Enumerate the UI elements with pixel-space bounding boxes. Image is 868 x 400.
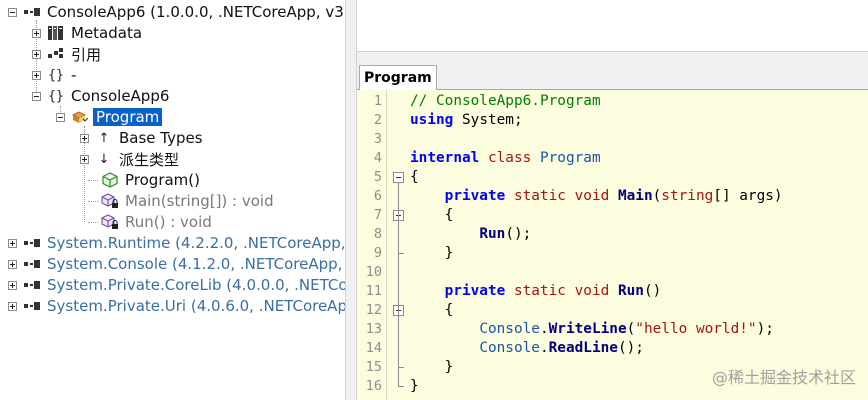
tree-item-label: System.Private.Uri (4.0.6.0, .NETCoreApp bbox=[47, 297, 345, 315]
tree-item-label: Metadata bbox=[71, 24, 143, 42]
tree-item-base-types[interactable]: ↑ Base Types bbox=[80, 128, 203, 148]
code-line: { bbox=[444, 302, 454, 318]
watermark: @稀土掘金技术社区 bbox=[711, 368, 856, 387]
line-number: 12 bbox=[365, 302, 382, 318]
tree-item-constructor[interactable]: Program() bbox=[95, 170, 200, 190]
tab-program[interactable]: Program bbox=[359, 65, 437, 90]
line-number: 8 bbox=[373, 226, 382, 242]
code-line: Console.WriteLine("hello world!"); bbox=[479, 321, 774, 337]
expand-toggle[interactable] bbox=[80, 133, 89, 143]
code-line: private static void Run() bbox=[444, 283, 662, 299]
base-types-icon: ↑ bbox=[98, 130, 110, 146]
line-number: 7 bbox=[373, 207, 382, 223]
line-number: 6 bbox=[373, 188, 382, 204]
code-line: private static void Main(string[] args) bbox=[444, 188, 783, 204]
line-number: 3 bbox=[373, 131, 382, 147]
line-number: 5 bbox=[373, 169, 382, 185]
method-icon bbox=[101, 172, 119, 188]
expand-toggle[interactable] bbox=[32, 28, 41, 38]
tree-item-assembly[interactable]: System.Runtime (4.2.2.0, .NETCoreApp, bbox=[8, 233, 345, 253]
code-line: { bbox=[410, 169, 419, 185]
code-line: } bbox=[444, 245, 454, 261]
namespace-icon: {} bbox=[48, 67, 64, 83]
tree-item-references[interactable]: 引用 bbox=[32, 44, 101, 64]
top-right-pane bbox=[357, 0, 868, 52]
tree-item-derived-types[interactable]: ↓ 派生类型 bbox=[80, 149, 179, 169]
assembly-icon bbox=[23, 235, 41, 251]
pane-splitter[interactable] bbox=[345, 0, 357, 400]
tree-item-label: Program bbox=[93, 108, 163, 126]
assembly-icon bbox=[23, 256, 41, 272]
tree-item-label: Run() : void bbox=[125, 213, 212, 231]
collapse-toggle[interactable] bbox=[56, 112, 65, 122]
assembly-icon bbox=[23, 4, 41, 20]
collapse-toggle[interactable] bbox=[32, 91, 41, 101]
tree-item-label: ConsoleApp6 bbox=[71, 87, 170, 105]
tree-item-label: Program() bbox=[125, 171, 200, 189]
expand-toggle[interactable] bbox=[32, 70, 41, 80]
collapse-toggle[interactable] bbox=[8, 7, 17, 17]
code-line: } bbox=[444, 359, 454, 375]
tree-item-metadata[interactable]: Metadata bbox=[32, 23, 142, 43]
tree-item-assembly[interactable]: System.Console (4.1.2.0, .NETCoreApp, bbox=[8, 254, 342, 274]
line-number: 9 bbox=[373, 245, 382, 261]
code-line: using System; bbox=[410, 112, 523, 128]
tree-item-label: Base Types bbox=[119, 129, 203, 147]
tree-item-label: System.Console (4.1.2.0, .NETCoreApp, bbox=[47, 255, 343, 273]
references-icon bbox=[47, 46, 65, 62]
line-number: 1 bbox=[373, 93, 382, 109]
tree-item-label: 派生类型 bbox=[119, 150, 180, 169]
tree-item-class-program[interactable]: Program bbox=[56, 107, 163, 127]
tree-item-label: ConsoleApp6 (1.0.0.0, .NETCoreApp, v3 bbox=[47, 3, 344, 21]
metadata-icon bbox=[47, 25, 65, 41]
line-number: 11 bbox=[365, 283, 382, 299]
tree-item-method-main[interactable]: Main(string[]) : void bbox=[95, 191, 274, 211]
code-line: internal class Program bbox=[410, 150, 601, 166]
expand-toggle[interactable] bbox=[8, 259, 17, 269]
fold-toggle[interactable] bbox=[393, 172, 404, 183]
private-method-icon bbox=[101, 214, 119, 230]
tree-item-empty-namespace[interactable]: {} - bbox=[32, 65, 76, 85]
line-number: 14 bbox=[365, 340, 382, 356]
code-line: Console.ReadLine(); bbox=[479, 340, 644, 356]
line-number: 2 bbox=[373, 112, 382, 128]
tree-item-namespace[interactable]: {} ConsoleApp6 bbox=[32, 86, 169, 106]
line-number: 4 bbox=[373, 150, 382, 166]
derived-types-icon: ↓ bbox=[98, 151, 110, 167]
expand-toggle[interactable] bbox=[80, 154, 89, 164]
namespace-icon: {} bbox=[48, 88, 64, 104]
code-line: // ConsoleApp6.Program bbox=[410, 93, 601, 109]
line-number: 16 bbox=[365, 378, 382, 394]
line-number-gutter: 1 2 3 4 5 6 7 8 9 10 11 12 13 14 15 16 bbox=[357, 90, 387, 400]
expand-toggle[interactable] bbox=[8, 238, 17, 248]
assembly-icon bbox=[23, 277, 41, 293]
pane-gap bbox=[357, 52, 868, 64]
code-line: Run(); bbox=[479, 226, 532, 242]
tab-bar: Program bbox=[357, 64, 868, 90]
assembly-icon bbox=[23, 298, 41, 314]
expand-toggle[interactable] bbox=[8, 280, 17, 290]
line-number: 10 bbox=[365, 264, 382, 280]
code-line: } bbox=[410, 378, 419, 394]
tree-item-label: 引用 bbox=[71, 45, 102, 64]
tree-item-label: Main(string[]) : void bbox=[125, 192, 274, 210]
tree-item-method-run[interactable]: Run() : void bbox=[95, 212, 212, 232]
tree-item-assembly[interactable]: System.Private.CoreLib (4.0.0.0, .NETCo bbox=[8, 275, 345, 295]
line-number: 15 bbox=[365, 359, 382, 375]
tree-item-root-assembly[interactable]: ConsoleApp6 (1.0.0.0, .NETCoreApp, v3 bbox=[8, 2, 344, 22]
private-method-icon bbox=[101, 193, 119, 209]
tree-item-assembly[interactable]: System.Private.Uri (4.0.6.0, .NETCoreApp bbox=[8, 296, 345, 316]
tree-item-label: - bbox=[71, 66, 77, 84]
tree-item-label: System.Runtime (4.2.2.0, .NETCoreApp, bbox=[47, 234, 345, 252]
code-line: { bbox=[444, 207, 454, 223]
line-number: 13 bbox=[365, 321, 382, 337]
tree-item-label: System.Private.CoreLib (4.0.0.0, .NETCo bbox=[47, 276, 345, 294]
code-editor[interactable]: 1 2 3 4 5 6 7 8 9 10 11 12 13 14 15 16 /… bbox=[357, 90, 868, 400]
expand-toggle[interactable] bbox=[8, 301, 17, 311]
class-icon bbox=[71, 109, 89, 125]
expand-toggle[interactable] bbox=[32, 49, 41, 59]
assembly-tree[interactable]: ConsoleApp6 (1.0.0.0, .NETCoreApp, v3 Me… bbox=[0, 0, 345, 400]
